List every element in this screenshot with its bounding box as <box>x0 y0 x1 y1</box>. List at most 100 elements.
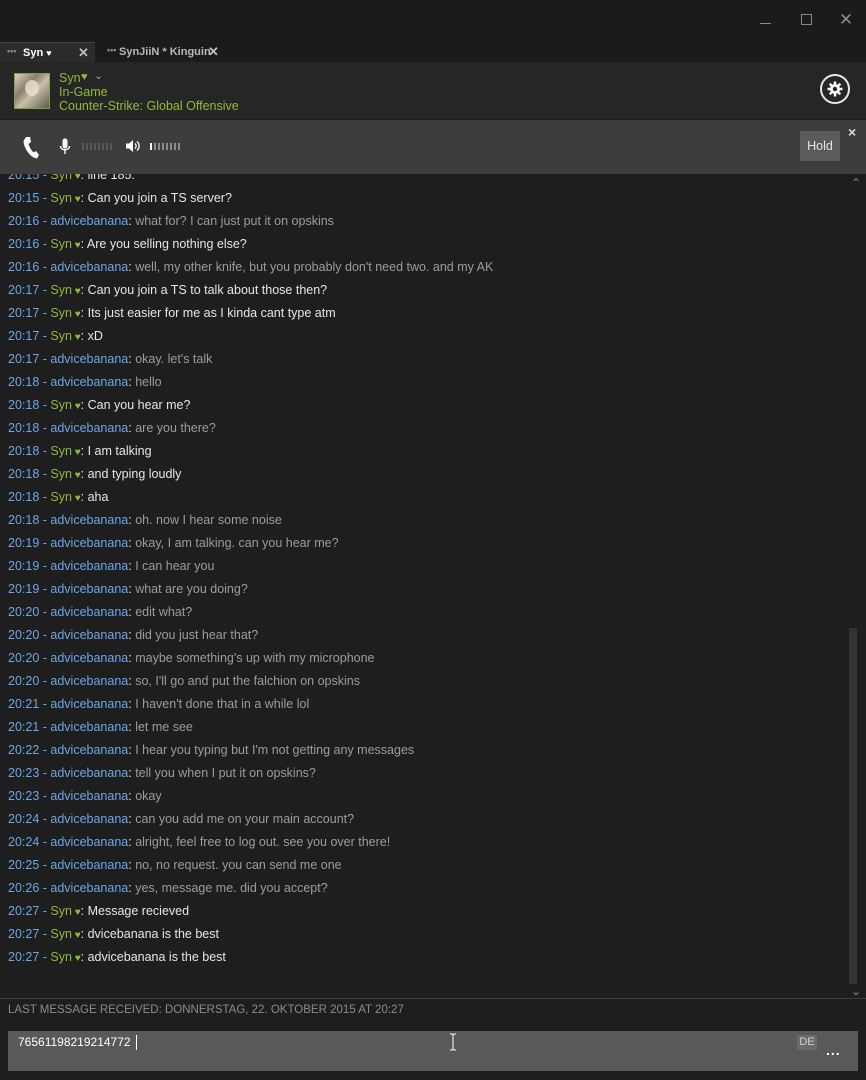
message-sender[interactable]: Syn <box>50 329 72 343</box>
tab-synjiin-kinguin[interactable]: ••• SynJiiN * Kinguin ✕ <box>100 42 225 62</box>
message-sender[interactable]: Syn <box>50 191 72 205</box>
message-separator: - <box>39 651 51 665</box>
message-sender[interactable]: Syn <box>50 306 72 320</box>
message-sender[interactable]: advicebanana <box>50 559 128 573</box>
message-sender[interactable]: advicebanana <box>50 674 128 688</box>
message-colon: : <box>80 174 88 182</box>
message-separator: - <box>39 674 51 688</box>
heart-icon: ♥ <box>71 953 81 964</box>
close-voice-icon[interactable]: × <box>848 124 856 140</box>
message-sender[interactable]: advicebanana <box>50 536 128 550</box>
message-sender[interactable]: advicebanana <box>50 260 128 274</box>
message-text: advicebanana is the best <box>87 950 226 964</box>
message-sender[interactable]: advicebanana <box>50 628 128 642</box>
message-separator: - <box>39 214 51 228</box>
message-timestamp: 20:18 <box>8 375 40 389</box>
message-sender[interactable]: Syn <box>50 950 72 964</box>
message-sender[interactable]: Syn <box>50 467 72 481</box>
chat-message: 20:17 - Syn ♥: Can you join a TS to talk… <box>8 279 838 302</box>
chat-message: 20:19 - advicebanana: I can hear you <box>8 555 838 578</box>
message-sender[interactable]: advicebanana <box>50 766 128 780</box>
message-separator: - <box>39 743 51 757</box>
minimize-icon[interactable] <box>756 10 776 30</box>
tab-close-icon[interactable]: ✕ <box>78 44 89 62</box>
message-sender[interactable]: Syn <box>50 904 72 918</box>
message-timestamp: 20:18 <box>8 467 40 481</box>
phone-icon[interactable] <box>22 136 40 160</box>
message-separator: - <box>39 697 51 711</box>
message-timestamp: 20:20 <box>8 674 40 688</box>
scroll-down-icon[interactable]: ⌄ <box>851 984 861 998</box>
tab-label: SynJiiN * Kinguin <box>119 46 211 58</box>
chat-message: 20:23 - advicebanana: okay <box>8 785 838 808</box>
drag-handle-icon[interactable]: ••• <box>7 42 16 60</box>
message-separator: - <box>39 582 51 596</box>
friend-name[interactable]: Syn <box>59 71 81 85</box>
message-text: dvicebanana is the best <box>87 927 219 941</box>
message-separator: - <box>39 950 51 964</box>
message-text: maybe something's up with my microphone <box>135 651 375 665</box>
message-sender[interactable]: advicebanana <box>50 881 128 895</box>
chat-message: 20:18 - Syn ♥: Can you hear me? <box>8 394 838 417</box>
message-timestamp: 20:22 <box>8 743 40 757</box>
message-timestamp: 20:19 <box>8 536 40 550</box>
message-sender[interactable]: Syn <box>50 174 72 182</box>
chat-input[interactable] <box>18 1035 778 1049</box>
message-sender[interactable]: advicebanana <box>50 812 128 826</box>
chevron-down-icon[interactable]: ⌄ <box>94 69 103 82</box>
message-text: yes, message me. did you accept? <box>135 881 328 895</box>
message-sender[interactable]: advicebanana <box>50 582 128 596</box>
message-sender[interactable]: advicebanana <box>50 789 128 803</box>
scrollbar-thumb[interactable] <box>849 628 857 984</box>
chat-message: 20:16 - Syn ♥: Are you selling nothing e… <box>8 233 838 256</box>
chat-message: 20:24 - advicebanana: alright, feel free… <box>8 831 838 854</box>
message-separator: - <box>39 490 51 504</box>
message-sender[interactable]: advicebanana <box>50 352 128 366</box>
message-sender[interactable]: advicebanana <box>50 214 128 228</box>
maximize-icon[interactable] <box>797 10 817 30</box>
message-sender[interactable]: advicebanana <box>50 720 128 734</box>
message-text: hello <box>135 375 162 389</box>
message-text: okay, I am talking. can you hear me? <box>135 536 339 550</box>
message-colon: : <box>80 306 88 320</box>
message-sender[interactable]: Syn <box>50 490 72 504</box>
tab-close-icon[interactable]: ✕ <box>208 43 219 61</box>
message-separator: - <box>39 835 51 849</box>
message-text: well, my other knife, but you probably d… <box>135 260 494 274</box>
message-sender[interactable]: advicebanana <box>50 513 128 527</box>
speaker-icon[interactable] <box>125 139 141 153</box>
message-sender[interactable]: Syn <box>50 283 72 297</box>
input-language-badge[interactable]: DE <box>797 1035 817 1050</box>
avatar[interactable] <box>14 73 50 109</box>
close-icon[interactable]: ✕ <box>836 10 856 30</box>
message-sender[interactable]: advicebanana <box>50 835 128 849</box>
message-sender[interactable]: Syn <box>50 444 72 458</box>
message-sender[interactable]: advicebanana <box>50 375 128 389</box>
drag-handle-icon[interactable]: ••• <box>107 41 116 59</box>
message-sender[interactable]: Syn <box>50 237 72 251</box>
message-separator: - <box>39 283 51 297</box>
message-text: oh. now I hear some noise <box>135 513 282 527</box>
speaker-volume-slider[interactable] <box>150 143 182 150</box>
message-sender[interactable]: advicebanana <box>50 421 128 435</box>
chat-message: 20:15 - Syn ♥: Can you join a TS server? <box>8 187 838 210</box>
message-sender[interactable]: advicebanana <box>50 697 128 711</box>
message-text: Can you hear me? <box>87 398 191 412</box>
message-sender[interactable]: advicebanana <box>50 858 128 872</box>
message-text: edit what? <box>135 605 193 619</box>
microphone-icon[interactable] <box>59 138 71 156</box>
message-sender[interactable]: advicebanana <box>50 605 128 619</box>
message-sender[interactable]: advicebanana <box>50 651 128 665</box>
message-sender[interactable]: Syn <box>50 398 72 412</box>
message-separator: - <box>39 766 51 780</box>
hold-button[interactable]: Hold <box>800 131 840 161</box>
message-sender[interactable]: advicebanana <box>50 743 128 757</box>
tab-syn[interactable]: ••• Syn ♥ ✕ <box>0 42 95 63</box>
settings-button[interactable] <box>820 74 850 104</box>
more-options-button[interactable]: ... <box>826 1042 841 1058</box>
chat-message: 20:21 - advicebanana: I haven't done tha… <box>8 693 838 716</box>
chat-message: 20:19 - advicebanana: what are you doing… <box>8 578 838 601</box>
message-timestamp: 20:23 <box>8 766 40 780</box>
message-sender[interactable]: Syn <box>50 927 72 941</box>
scroll-up-icon[interactable]: ⌃ <box>851 176 861 190</box>
